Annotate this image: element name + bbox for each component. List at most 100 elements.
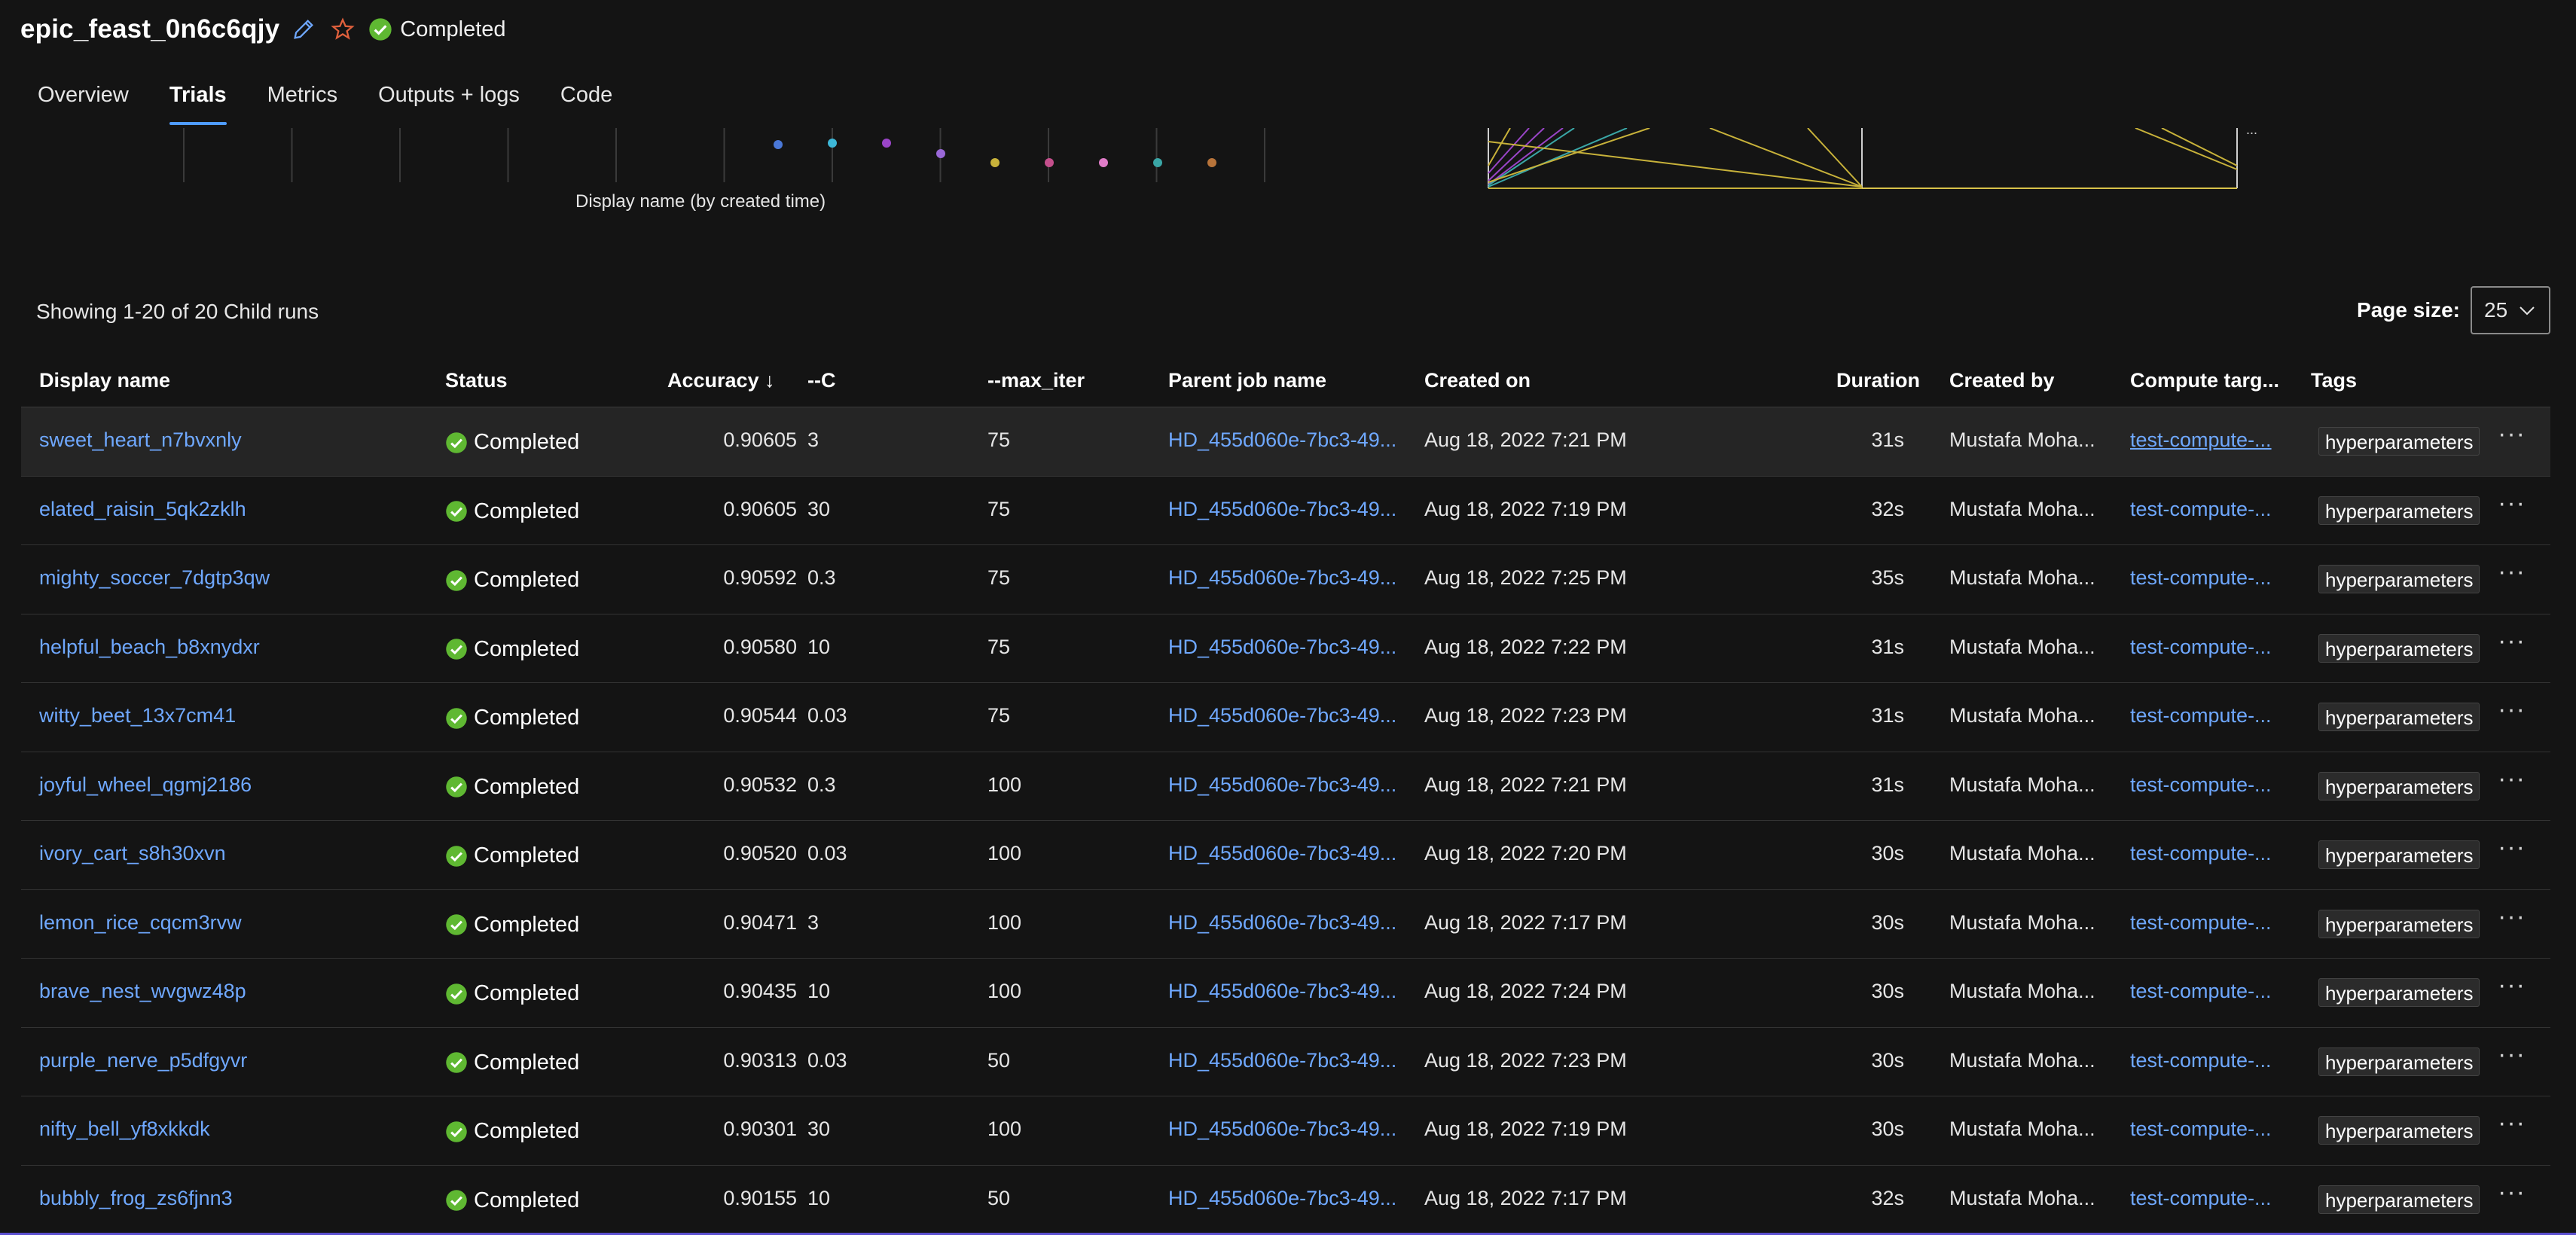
col-accuracy[interactable]: Accuracy ↓	[667, 369, 775, 392]
run-name-link[interactable]: nifty_bell_yf8xkkdk	[39, 1118, 210, 1141]
parent-job-link[interactable]: HD_455d060e-7bc3-49...	[1168, 1118, 1396, 1141]
col-duration[interactable]: Duration	[1836, 369, 1920, 392]
table-row[interactable]: lemon_rice_cqcm3rvw Completed 0.90471 3 100 H…	[21, 890, 2550, 959]
run-name-link[interactable]: bubbly_frog_zs6fjnn3	[39, 1187, 233, 1210]
chart-point[interactable]	[828, 139, 837, 148]
table-row[interactable]: bubbly_frog_zs6fjnn3 Completed 0.90155 10 50…	[21, 1166, 2550, 1234]
parent-job-link[interactable]: HD_455d060e-7bc3-49...	[1168, 428, 1396, 452]
run-name-link[interactable]: helpful_beach_b8xnydxr	[39, 636, 260, 659]
tag-chip[interactable]: hyperparameters	[2318, 909, 2480, 938]
col-display-name[interactable]: Display name	[39, 369, 170, 392]
run-name-link[interactable]: ivory_cart_s8h30xvn	[39, 842, 226, 865]
page-size-dropdown[interactable]: 25	[2471, 286, 2550, 334]
parent-job-link[interactable]: HD_455d060e-7bc3-49...	[1168, 1187, 1396, 1210]
run-name-link[interactable]: purple_nerve_p5dfgyvr	[39, 1049, 247, 1072]
tag-chip[interactable]: hyperparameters	[2318, 427, 2480, 456]
table-row[interactable]: helpful_beach_b8xnydxr Completed 0.90580 10…	[21, 614, 2550, 683]
parent-job-link[interactable]: HD_455d060e-7bc3-49...	[1168, 566, 1396, 590]
row-more-menu[interactable]: ···	[2498, 1108, 2526, 1138]
compute-target-link[interactable]: test-compute-...	[2130, 1049, 2272, 1072]
parent-job-link[interactable]: HD_455d060e-7bc3-49...	[1168, 636, 1396, 659]
table-row[interactable]: brave_nest_wvgwz48p Completed 0.90435 10 100…	[21, 959, 2550, 1028]
compute-target-link[interactable]: test-compute-...	[2130, 980, 2272, 1003]
col-max-iter[interactable]: --max_iter	[987, 369, 1085, 392]
compute-target-link[interactable]: test-compute-...	[2130, 428, 2272, 452]
run-name-link[interactable]: mighty_soccer_7dgtp3qw	[39, 566, 270, 590]
table-row[interactable]: mighty_soccer_7dgtp3qw Completed 0.90592 0.…	[21, 545, 2550, 614]
run-name-link[interactable]: elated_raisin_5qk2zklh	[39, 498, 246, 521]
table-row[interactable]: sweet_heart_n7bvxnly Completed 0.90605 3 75 H…	[21, 407, 2550, 477]
table-row[interactable]: ivory_cart_s8h30xvn Completed 0.90520 0.03 1…	[21, 821, 2550, 890]
chart-point[interactable]	[936, 149, 945, 158]
parent-job-link[interactable]: HD_455d060e-7bc3-49...	[1168, 704, 1396, 727]
compute-target-link[interactable]: test-compute-...	[2130, 773, 2272, 797]
tag-chip[interactable]: hyperparameters	[2318, 1185, 2480, 1214]
tag-chip[interactable]: hyperparameters	[2318, 978, 2480, 1007]
compute-target-link[interactable]: test-compute-...	[2130, 566, 2272, 590]
row-more-menu[interactable]: ···	[2498, 419, 2526, 449]
chart-point[interactable]	[1045, 158, 1054, 167]
compute-target-link[interactable]: test-compute-...	[2130, 911, 2272, 935]
run-name-link[interactable]: brave_nest_wvgwz48p	[39, 980, 246, 1003]
parent-job-link[interactable]: HD_455d060e-7bc3-49...	[1168, 498, 1396, 521]
col-tags[interactable]: Tags	[2311, 369, 2357, 392]
parent-job-link[interactable]: HD_455d060e-7bc3-49...	[1168, 773, 1396, 797]
parent-job-link[interactable]: HD_455d060e-7bc3-49...	[1168, 980, 1396, 1003]
run-name-link[interactable]: lemon_rice_cqcm3rvw	[39, 911, 242, 935]
tag-chip[interactable]: hyperparameters	[2318, 496, 2480, 525]
tag-chip[interactable]: hyperparameters	[2318, 565, 2480, 593]
col-created-on[interactable]: Created on	[1424, 369, 1531, 392]
table-row[interactable]: purple_nerve_p5dfgyvr Completed 0.90313 0.0…	[21, 1028, 2550, 1096]
table-row[interactable]: elated_raisin_5qk2zklh Completed 0.90605 30…	[21, 477, 2550, 545]
chart-point[interactable]	[1153, 158, 1162, 167]
tab-overview[interactable]: Overview	[38, 81, 129, 127]
row-more-menu[interactable]: ···	[2498, 902, 2526, 932]
row-more-menu[interactable]: ···	[2498, 1040, 2526, 1069]
row-more-menu[interactable]: ···	[2498, 627, 2526, 656]
row-more-menu[interactable]: ···	[2498, 1178, 2526, 1207]
tag-chip[interactable]: hyperparameters	[2318, 840, 2480, 869]
col-parent-job[interactable]: Parent job name	[1168, 369, 1326, 392]
tag-chip[interactable]: hyperparameters	[2318, 1047, 2480, 1076]
compute-target-link[interactable]: test-compute-...	[2130, 636, 2272, 659]
col-compute-target[interactable]: Compute targ...	[2130, 369, 2279, 392]
table-row[interactable]: witty_beet_13x7cm41 Completed 0.90544 0.03 7…	[21, 683, 2550, 752]
pencil-icon[interactable]	[288, 14, 319, 44]
col-c[interactable]: --C	[807, 369, 835, 392]
chart-point[interactable]	[1207, 158, 1216, 167]
parent-job-link[interactable]: HD_455d060e-7bc3-49...	[1168, 911, 1396, 935]
tab-outputs-logs[interactable]: Outputs + logs	[378, 81, 520, 127]
compute-target-link[interactable]: test-compute-...	[2130, 704, 2272, 727]
compute-target-link[interactable]: test-compute-...	[2130, 498, 2272, 521]
row-more-menu[interactable]: ···	[2498, 557, 2526, 587]
chart-point[interactable]	[1099, 158, 1108, 167]
run-name-link[interactable]: witty_beet_13x7cm41	[39, 704, 236, 727]
tab-metrics[interactable]: Metrics	[267, 81, 337, 127]
tag-chip[interactable]: hyperparameters	[2318, 1116, 2480, 1145]
table-row[interactable]: nifty_bell_yf8xkkdk Completed 0.90301 30 100…	[21, 1096, 2550, 1166]
compute-target-link[interactable]: test-compute-...	[2130, 1187, 2272, 1210]
table-row[interactable]: joyful_wheel_qgmj2186 Completed 0.90532 0.3…	[21, 752, 2550, 821]
tab-trials[interactable]: Trials	[169, 81, 227, 127]
tab-code[interactable]: Code	[560, 81, 612, 127]
star-icon[interactable]	[328, 14, 358, 44]
compute-target-link[interactable]: test-compute-...	[2130, 1118, 2272, 1141]
row-more-menu[interactable]: ···	[2498, 695, 2526, 724]
chart-point[interactable]	[990, 158, 1000, 167]
compute-target-link[interactable]: test-compute-...	[2130, 842, 2272, 865]
chart-point[interactable]	[774, 140, 783, 149]
row-more-menu[interactable]: ···	[2498, 764, 2526, 794]
tag-chip[interactable]: hyperparameters	[2318, 771, 2480, 800]
run-name-link[interactable]: sweet_heart_n7bvxnly	[39, 428, 242, 452]
chart-point[interactable]	[882, 139, 891, 148]
row-more-menu[interactable]: ···	[2498, 833, 2526, 862]
run-name-link[interactable]: joyful_wheel_qgmj2186	[39, 773, 252, 797]
tag-chip[interactable]: hyperparameters	[2318, 633, 2480, 663]
parent-job-link[interactable]: HD_455d060e-7bc3-49...	[1168, 1049, 1396, 1072]
col-status[interactable]: Status	[445, 369, 508, 392]
row-more-menu[interactable]: ···	[2498, 489, 2526, 518]
parent-job-link[interactable]: HD_455d060e-7bc3-49...	[1168, 842, 1396, 865]
row-more-menu[interactable]: ···	[2498, 971, 2526, 1000]
tag-chip[interactable]: hyperparameters	[2318, 703, 2480, 731]
col-created-by[interactable]: Created by	[1949, 369, 2055, 392]
